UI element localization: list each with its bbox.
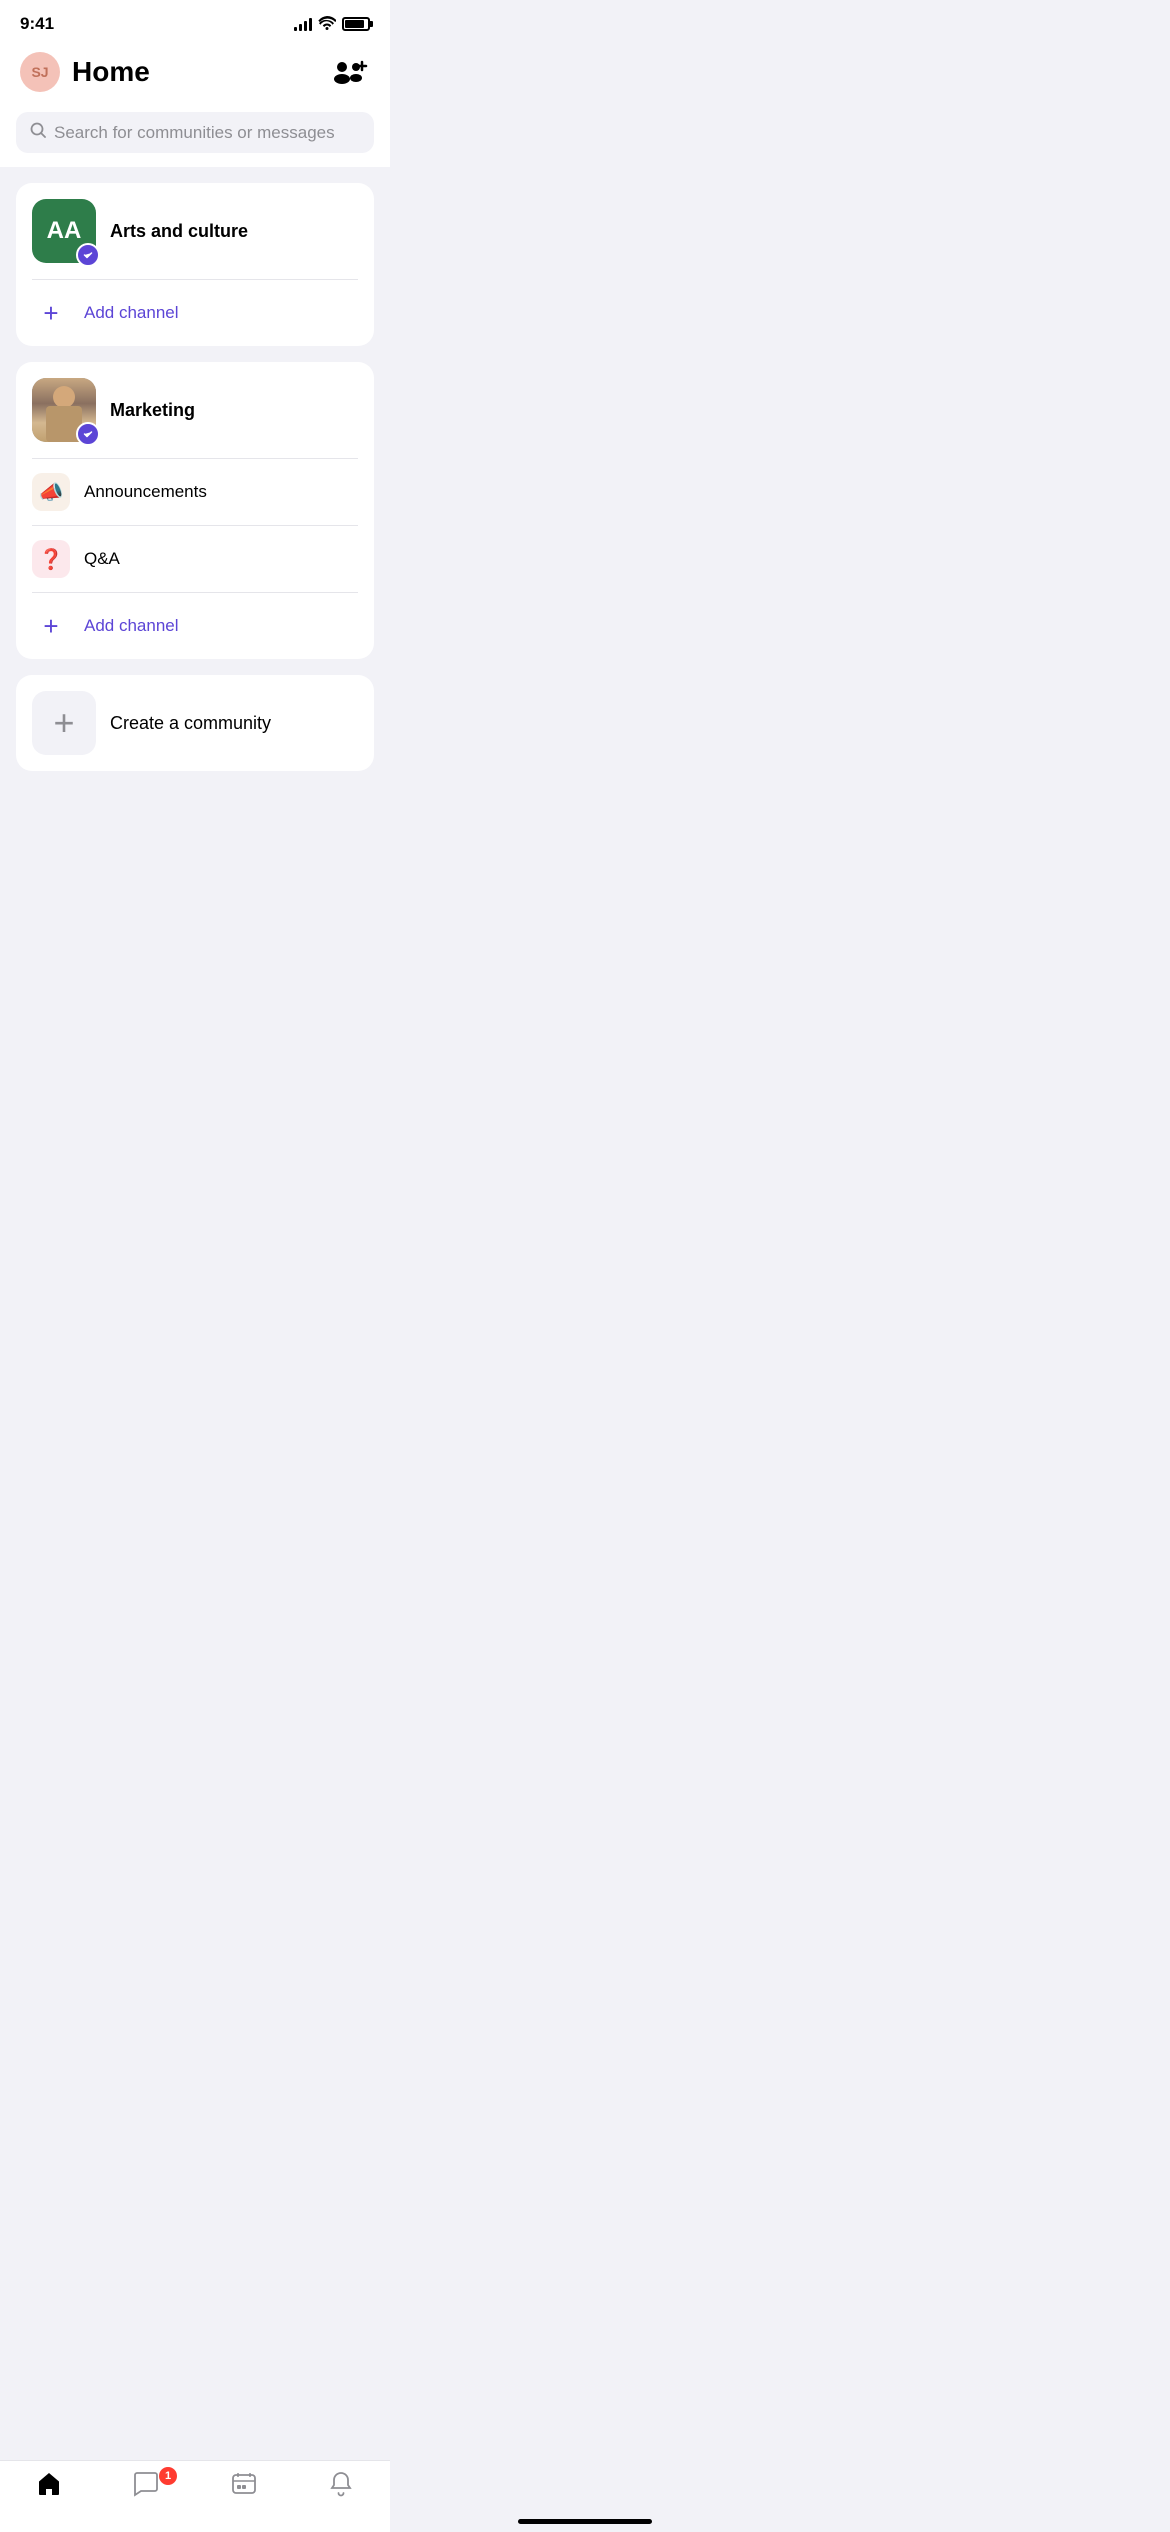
status-time: 9:41 [20,14,54,34]
community-card-arts-culture[interactable]: AA Arts and culture + Add channel [16,183,374,346]
messages-icon [133,2471,159,2504]
search-bar[interactable]: Search for communities or messages [16,112,374,153]
page-title: Home [72,56,150,88]
channel-item-qa[interactable]: ❓ Q&A [16,526,374,592]
search-icon [30,122,46,143]
battery-icon [342,17,370,31]
notifications-icon [328,2471,354,2504]
community-header-marketing: Marketing [16,362,374,458]
add-community-button[interactable] [330,52,370,92]
qa-icon: ❓ [32,540,70,578]
tab-messages[interactable]: 1 [98,2471,196,2504]
community-logo-wrap-arts: AA [32,199,96,263]
updates-icon [231,2471,257,2504]
search-placeholder-text: Search for communities or messages [54,123,335,143]
community-name-arts: Arts and culture [110,221,248,242]
create-community-label: Create a community [110,713,271,734]
community-name-marketing: Marketing [110,400,195,421]
status-bar: 9:41 [0,0,390,42]
tab-home[interactable] [0,2471,98,2504]
header-left: SJ Home [20,52,150,92]
add-channel-plus-icon-marketing: + [32,607,70,645]
tab-bar: 1 [0,2460,390,2532]
add-channel-row-arts[interactable]: + Add channel [16,280,374,346]
verified-badge-arts [76,243,100,267]
create-community-icon: + [32,691,96,755]
messages-badge: 1 [159,2467,177,2485]
add-channel-row-marketing[interactable]: + Add channel [16,593,374,659]
status-icons [294,16,370,33]
tab-notifications[interactable] [293,2471,391,2504]
add-channel-label-arts: Add channel [84,303,179,323]
community-header-arts: AA Arts and culture [16,183,374,279]
home-icon [36,2471,62,2504]
create-community-card[interactable]: + Create a community [16,675,374,771]
community-logo-wrap-marketing [32,378,96,442]
tab-updates[interactable] [195,2471,293,2504]
add-channel-plus-icon: + [32,294,70,332]
channel-item-announcements[interactable]: 📣 Announcements [16,459,374,525]
announcements-icon: 📣 [32,473,70,511]
header: SJ Home [0,42,390,104]
wifi-icon [318,16,336,33]
search-container: Search for communities or messages [0,104,390,167]
signal-icon [294,17,312,31]
channel-name-qa: Q&A [84,549,120,569]
channel-name-announcements: Announcements [84,482,207,502]
add-channel-label-marketing: Add channel [84,616,179,636]
avatar[interactable]: SJ [20,52,60,92]
community-card-marketing[interactable]: Marketing 📣 Announcements ❓ Q&A + Add ch… [16,362,374,659]
home-indicator [518,2519,652,2524]
content-area: AA Arts and culture + Add channel [0,167,390,887]
verified-badge-marketing [76,422,100,446]
